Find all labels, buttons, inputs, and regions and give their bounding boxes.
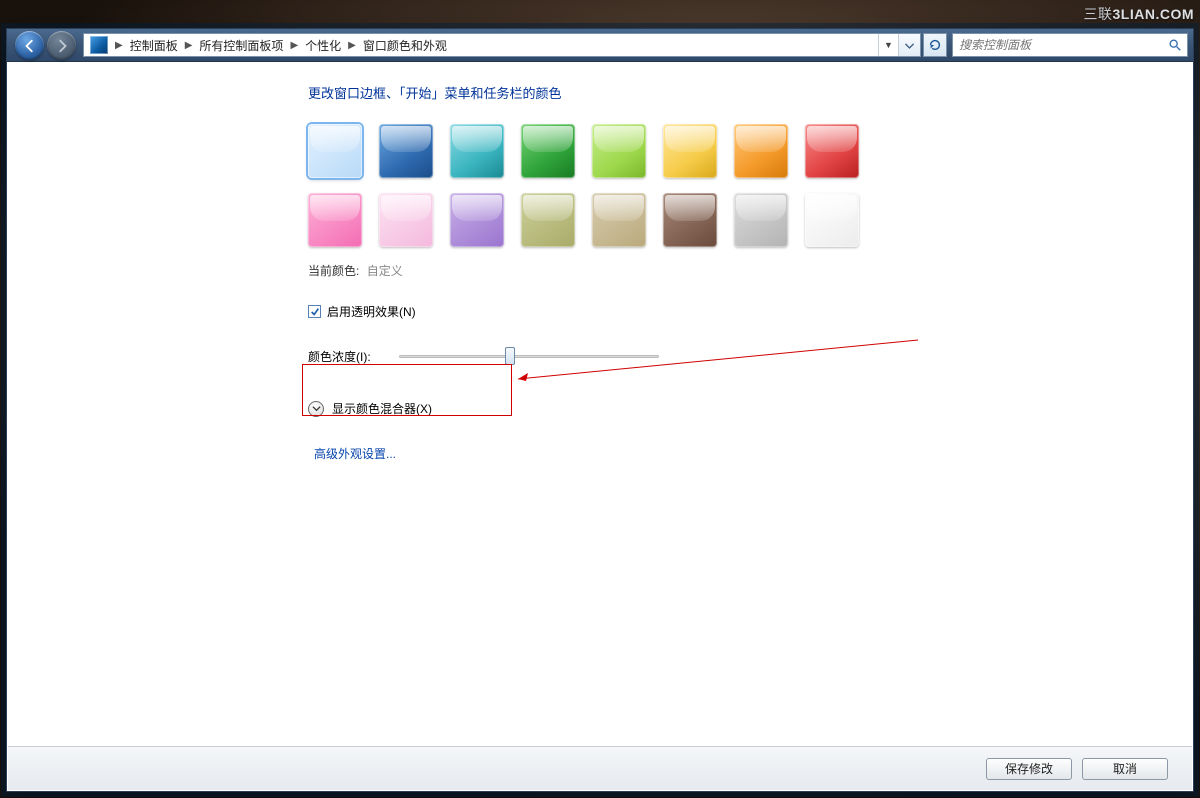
color-swatch-white[interactable] bbox=[805, 193, 859, 247]
watermark: 三联3LIAN.COM bbox=[1084, 4, 1195, 24]
arrow-left-icon bbox=[23, 39, 37, 53]
refresh-button[interactable] bbox=[923, 33, 947, 57]
crumb-personalization[interactable]: 个性化 bbox=[301, 34, 345, 56]
address-bar[interactable]: ▶ 控制面板 ▶ 所有控制面板项 ▶ 个性化 ▶ 窗口颜色和外观 ▼ bbox=[83, 33, 921, 57]
content: 更改窗口边框、「开始」菜单和任务栏的颜色 当前颜色: 自定义 启用透明效果(N)… bbox=[308, 83, 1132, 463]
search-input[interactable] bbox=[953, 34, 1163, 56]
watermark-prefix: 三联 bbox=[1084, 6, 1113, 22]
chevron-right-icon[interactable]: ▶ bbox=[182, 40, 196, 51]
check-icon bbox=[310, 307, 320, 317]
arrow-right-icon bbox=[55, 39, 69, 53]
transparency-checkbox[interactable] bbox=[308, 305, 321, 318]
search-box[interactable] bbox=[952, 33, 1188, 57]
slider-track bbox=[399, 355, 659, 358]
address-dropdown[interactable]: ▼ bbox=[878, 34, 898, 56]
color-swatch-sky[interactable] bbox=[308, 124, 362, 178]
control-panel-icon bbox=[90, 36, 108, 54]
chevron-right-icon[interactable]: ▶ bbox=[112, 40, 126, 51]
expand-button[interactable] bbox=[308, 401, 324, 417]
color-swatch-brown[interactable] bbox=[663, 193, 717, 247]
chevron-down-icon bbox=[312, 404, 321, 413]
crumb-control-panel[interactable]: 控制面板 bbox=[126, 34, 182, 56]
color-swatch-pink[interactable] bbox=[308, 193, 362, 247]
color-swatch-orange[interactable] bbox=[734, 124, 788, 178]
crumb-window-color[interactable]: 窗口颜色和外观 bbox=[359, 34, 451, 56]
color-swatch-green[interactable] bbox=[521, 124, 575, 178]
current-color-value: 自定义 bbox=[367, 264, 403, 278]
transparency-label[interactable]: 启用透明效果(N) bbox=[327, 303, 416, 320]
refresh-icon bbox=[928, 38, 942, 52]
advanced-appearance-link[interactable]: 高级外观设置... bbox=[314, 447, 396, 461]
address-history-button[interactable] bbox=[898, 34, 920, 56]
swatch-row-1 bbox=[308, 124, 1132, 178]
chevron-down-icon bbox=[903, 39, 916, 52]
mixer-label: 显示颜色混合器(X) bbox=[332, 400, 432, 417]
color-swatch-lpink[interactable] bbox=[379, 193, 433, 247]
crumb-all-items[interactable]: 所有控制面板项 bbox=[195, 34, 287, 56]
forward-button bbox=[47, 31, 76, 60]
cancel-button[interactable]: 取消 bbox=[1082, 758, 1168, 780]
transparency-row: 启用透明效果(N) bbox=[308, 303, 1132, 320]
intensity-row: 颜色浓度(I): bbox=[308, 346, 1132, 366]
color-mixer-toggle[interactable]: 显示颜色混合器(X) bbox=[308, 400, 1132, 417]
save-button[interactable]: 保存修改 bbox=[986, 758, 1072, 780]
color-swatch-grey[interactable] bbox=[734, 193, 788, 247]
window-frame: ▶ 控制面板 ▶ 所有控制面板项 ▶ 个性化 ▶ 窗口颜色和外观 ▼ bbox=[6, 28, 1194, 792]
footer-bar: 保存修改 取消 bbox=[8, 746, 1192, 790]
content-pane: 更改窗口边框、「开始」菜单和任务栏的颜色 当前颜色: 自定义 启用透明效果(N)… bbox=[8, 63, 1192, 790]
titlebar: ▶ 控制面板 ▶ 所有控制面板项 ▶ 个性化 ▶ 窗口颜色和外观 ▼ bbox=[7, 29, 1193, 62]
slider-thumb[interactable] bbox=[505, 347, 515, 365]
color-swatch-teal[interactable] bbox=[450, 124, 504, 178]
search-button[interactable] bbox=[1163, 34, 1187, 56]
chevron-right-icon[interactable]: ▶ bbox=[345, 40, 359, 51]
color-swatch-amber[interactable] bbox=[663, 124, 717, 178]
chevron-right-icon[interactable]: ▶ bbox=[287, 40, 301, 51]
color-swatch-red[interactable] bbox=[805, 124, 859, 178]
intensity-label: 颜色浓度(I): bbox=[308, 348, 371, 365]
color-swatch-blue[interactable] bbox=[379, 124, 433, 178]
swatch-row-2 bbox=[308, 193, 1132, 247]
current-color: 当前颜色: 自定义 bbox=[308, 262, 1132, 279]
color-swatch-purple[interactable] bbox=[450, 193, 504, 247]
current-color-label: 当前颜色: bbox=[308, 264, 359, 278]
intensity-slider[interactable] bbox=[399, 346, 659, 366]
watermark-suffix: 3LIAN.COM bbox=[1113, 6, 1195, 22]
color-swatch-lime[interactable] bbox=[592, 124, 646, 178]
color-swatch-olive[interactable] bbox=[521, 193, 575, 247]
color-swatch-khaki[interactable] bbox=[592, 193, 646, 247]
back-button[interactable] bbox=[15, 31, 44, 60]
page-title: 更改窗口边框、「开始」菜单和任务栏的颜色 bbox=[308, 83, 1132, 102]
search-icon bbox=[1168, 38, 1182, 52]
